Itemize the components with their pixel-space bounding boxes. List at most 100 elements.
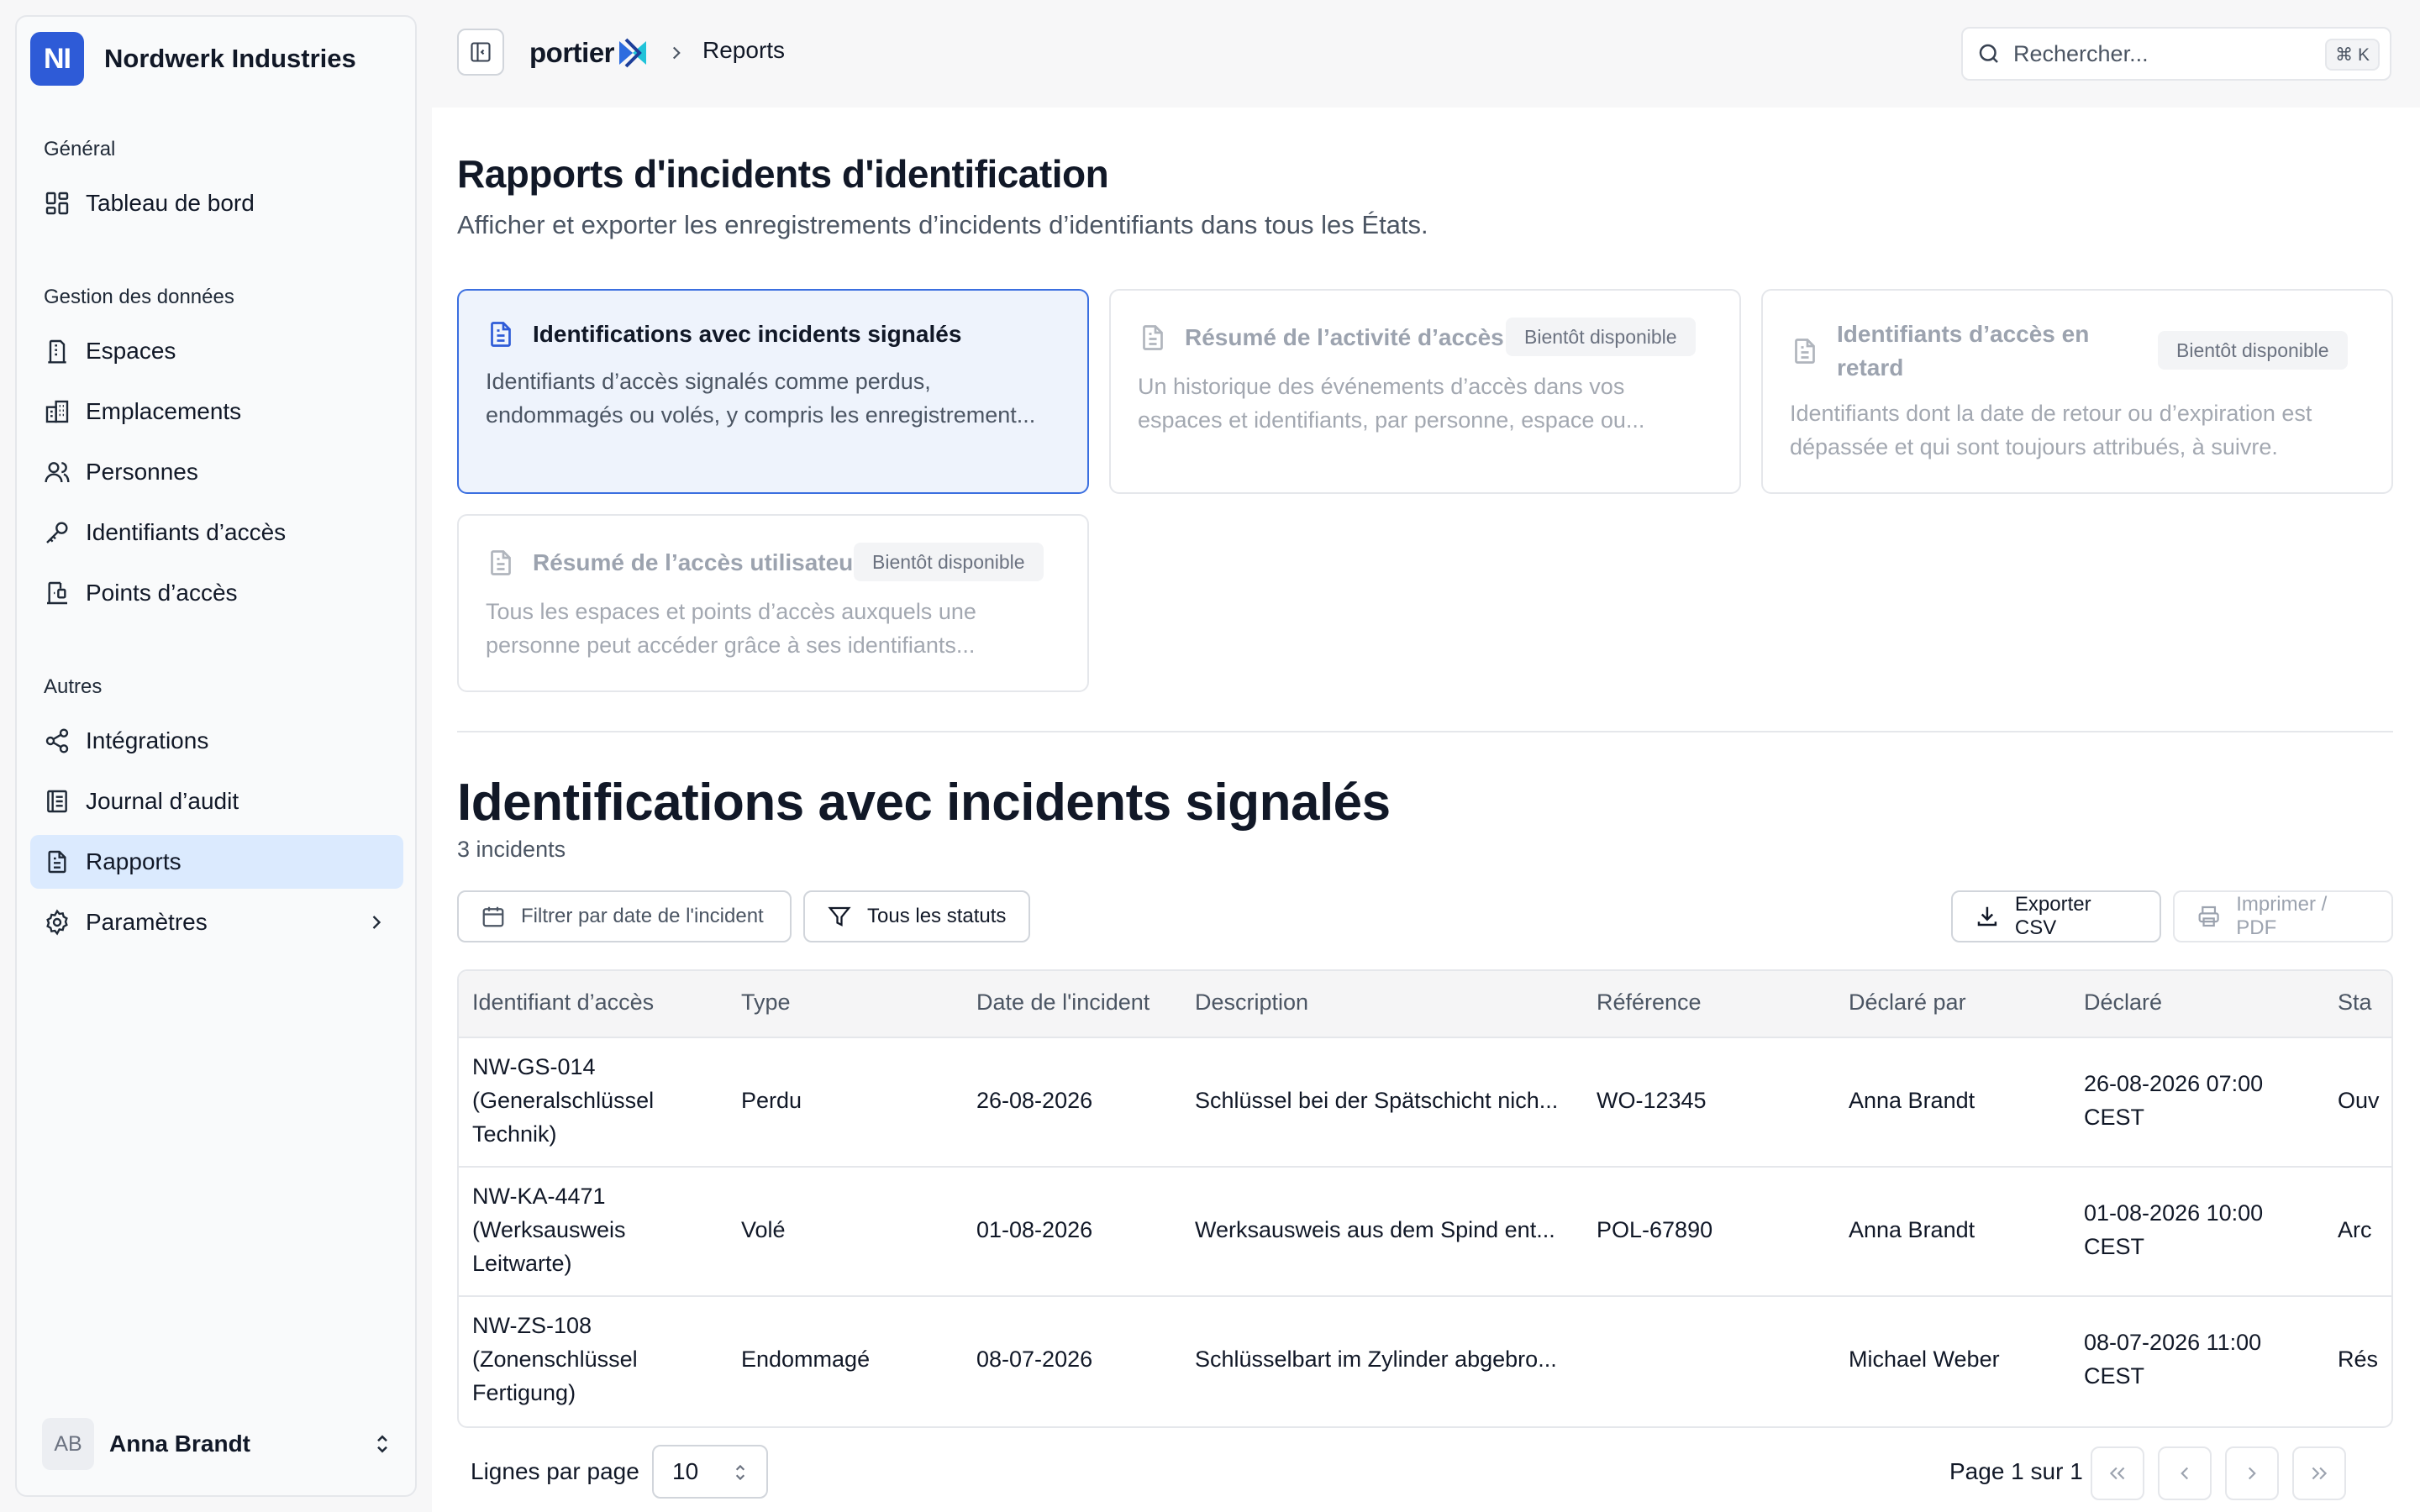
sidebar-item-label: Tableau de bord bbox=[86, 190, 255, 216]
cell-reported-tz: CEST bbox=[2084, 1105, 2145, 1130]
cell-reported-by: Michael Weber bbox=[1849, 1347, 2000, 1372]
column-header-type[interactable]: Type bbox=[741, 990, 791, 1016]
print-pdf-button[interactable]: Imprimer / PDF bbox=[2173, 890, 2393, 942]
sidebar-item-audit-log[interactable]: Journal d’audit bbox=[30, 774, 403, 828]
sidebar-item-label: Intégrations bbox=[86, 727, 209, 753]
cell-reported: 01-08-2026 10:00 bbox=[2084, 1200, 2264, 1226]
sidebar-item-spaces[interactable]: Espaces bbox=[30, 324, 403, 378]
brand-name: portier bbox=[529, 37, 615, 68]
cell-type: Endommagé bbox=[741, 1347, 871, 1372]
page-info: Page 1 sur 1 bbox=[1949, 1458, 2083, 1484]
cell-date: 08-07-2026 bbox=[976, 1347, 1093, 1372]
rows-per-page-value: 10 bbox=[672, 1458, 699, 1484]
top-bar: portier Reports Rechercher... ⌘ K bbox=[432, 0, 2420, 108]
cell-credential-name: (Zonenschlüssel bbox=[472, 1347, 638, 1372]
cell-status: Arc bbox=[2338, 1217, 2372, 1242]
section-divider bbox=[457, 731, 2393, 732]
column-header-reported-by[interactable]: Déclaré par bbox=[1849, 990, 1966, 1016]
card-description: personne peut accéder grâce à ses identi… bbox=[486, 633, 976, 658]
document-icon bbox=[1143, 325, 1163, 350]
table-row[interactable]: NW-ZS-108 (Zonenschlüssel Fertigung) End… bbox=[459, 1297, 2391, 1426]
sidebar-item-label: Espaces bbox=[86, 338, 176, 364]
card-description: espaces et identifiants, par personne, e… bbox=[1138, 407, 1645, 433]
previous-page-button[interactable] bbox=[2158, 1446, 2212, 1500]
filter-icon bbox=[828, 906, 851, 927]
column-header-reported[interactable]: Déclaré bbox=[2084, 990, 2162, 1016]
column-header-reference[interactable]: Référence bbox=[1597, 990, 1702, 1016]
cell-reference: WO-12345 bbox=[1597, 1088, 1707, 1113]
brand-logo[interactable]: portier bbox=[529, 34, 650, 72]
print-pdf-label: Imprimer / PDF bbox=[2236, 893, 2328, 939]
document-icon bbox=[491, 550, 511, 575]
column-header-credential[interactable]: Identifiant d’accès bbox=[472, 990, 654, 1016]
sidebar-item-settings[interactable]: Paramètres bbox=[30, 895, 403, 949]
rows-per-page-select[interactable]: 10 bbox=[652, 1445, 768, 1499]
cell-description: Schlüsselbart im Zylinder abgebro... bbox=[1195, 1347, 1557, 1372]
cell-type: Perdu bbox=[741, 1088, 802, 1113]
org-logo: NI bbox=[30, 32, 84, 86]
cell-description: Schlüssel bei der Spätschicht nich... bbox=[1195, 1088, 1559, 1113]
sidebar: NI Nordwerk Industries Général Tableau d… bbox=[15, 15, 417, 1497]
chevrons-right-icon bbox=[2312, 1467, 2328, 1480]
report-card-incidents[interactable]: Identifications avec incidents signalés … bbox=[457, 289, 1089, 494]
report-card-access-activity: Résumé de l’activité d’accès Bientôt dis… bbox=[1109, 289, 1741, 494]
cell-date: 26-08-2026 bbox=[976, 1088, 1093, 1113]
sidebar-item-label: Paramètres bbox=[86, 909, 208, 935]
first-page-button[interactable] bbox=[2091, 1446, 2144, 1500]
card-description: Un historique des événements d’accès dan… bbox=[1138, 374, 1625, 399]
next-page-button[interactable] bbox=[2225, 1446, 2279, 1500]
filter-status-button[interactable]: Tous les statuts bbox=[803, 890, 1030, 942]
card-title: Identifications avec incidents signalés bbox=[533, 321, 962, 347]
sidebar-item-locations[interactable]: Emplacements bbox=[30, 385, 403, 438]
column-header-date[interactable]: Date de l'incident bbox=[976, 990, 1150, 1016]
sidebar-item-label: Emplacements bbox=[86, 398, 242, 424]
sidebar-item-access-points[interactable]: Points d’accès bbox=[30, 566, 403, 620]
sidebar-item-dashboard[interactable]: Tableau de bord bbox=[30, 176, 403, 230]
card-title: retard bbox=[1837, 354, 1904, 381]
last-page-button[interactable] bbox=[2292, 1446, 2346, 1500]
page-subtitle: Afficher et exporter les enregistrements… bbox=[457, 210, 1428, 239]
user-menu[interactable]: AB Anna Brandt bbox=[42, 1416, 395, 1472]
keyboard-shortcut: ⌘ K bbox=[2325, 39, 2380, 71]
org-name: Nordwerk Industries bbox=[104, 44, 356, 73]
breadcrumb-current[interactable]: Reports bbox=[702, 37, 785, 64]
table-row[interactable]: NW-KA-4471 (Werksausweis Leitwarte) Volé… bbox=[459, 1168, 2391, 1297]
filter-status-label: Tous les statuts bbox=[867, 905, 1007, 927]
search-placeholder: Rechercher... bbox=[2013, 40, 2149, 66]
sidebar-item-credentials[interactable]: Identifiants d’accès bbox=[30, 506, 403, 559]
sidebar-item-label: Journal d’audit bbox=[86, 788, 239, 814]
export-csv-button[interactable]: Exporter CSV bbox=[1951, 890, 2161, 942]
door-icon bbox=[47, 581, 67, 605]
sidebar-item-people[interactable]: Personnes bbox=[30, 445, 403, 499]
document-icon bbox=[1795, 339, 1815, 364]
org-switcher[interactable]: NI Nordwerk Industries bbox=[30, 32, 356, 86]
buildings-icon bbox=[45, 400, 69, 423]
table-row[interactable]: NW-GS-014 (Generalschlüssel Technik) Per… bbox=[459, 1038, 2391, 1168]
sidebar-item-label: Points d’accès bbox=[86, 580, 238, 606]
cell-status: Ouv bbox=[2338, 1088, 2380, 1113]
filter-date-button[interactable]: Filtrer par date de l'incident bbox=[457, 890, 792, 942]
column-header-description[interactable]: Description bbox=[1195, 990, 1308, 1016]
column-header-status[interactable]: Sta bbox=[2338, 990, 2372, 1016]
cell-reference: POL-67890 bbox=[1597, 1217, 1713, 1242]
cell-credential-id: NW-KA-4471 bbox=[472, 1184, 606, 1209]
card-description: Tous les espaces et points d’accès auxqu… bbox=[486, 599, 976, 624]
main-content: Rapports d'incidents d'identification Af… bbox=[432, 108, 2420, 1512]
download-icon bbox=[1977, 906, 1997, 927]
coming-soon-badge: Bientôt disponible bbox=[1506, 318, 1696, 356]
report-icon bbox=[48, 850, 66, 874]
sidebar-toggle-button[interactable] bbox=[457, 29, 504, 76]
filter-date-label: Filtrer par date de l'incident bbox=[521, 905, 764, 927]
cell-credential-id: NW-GS-014 bbox=[472, 1054, 596, 1079]
sidebar-item-integrations[interactable]: Intégrations bbox=[30, 714, 403, 768]
brand-mark-icon bbox=[619, 38, 647, 68]
cell-status: Rés bbox=[2338, 1347, 2379, 1372]
group-label-data: Gestion des données bbox=[44, 286, 234, 308]
card-title: Résumé de l’activité d’accès bbox=[1185, 324, 1504, 350]
cell-credential-name: Fertigung) bbox=[472, 1380, 576, 1405]
search-input[interactable]: Rechercher... ⌘ K bbox=[1961, 27, 2391, 81]
chevron-up-down-icon bbox=[377, 1435, 387, 1453]
chevron-right-icon bbox=[2248, 1467, 2256, 1480]
sidebar-item-reports[interactable]: Rapports bbox=[30, 835, 403, 889]
cell-reported-tz: CEST bbox=[2084, 1363, 2145, 1389]
